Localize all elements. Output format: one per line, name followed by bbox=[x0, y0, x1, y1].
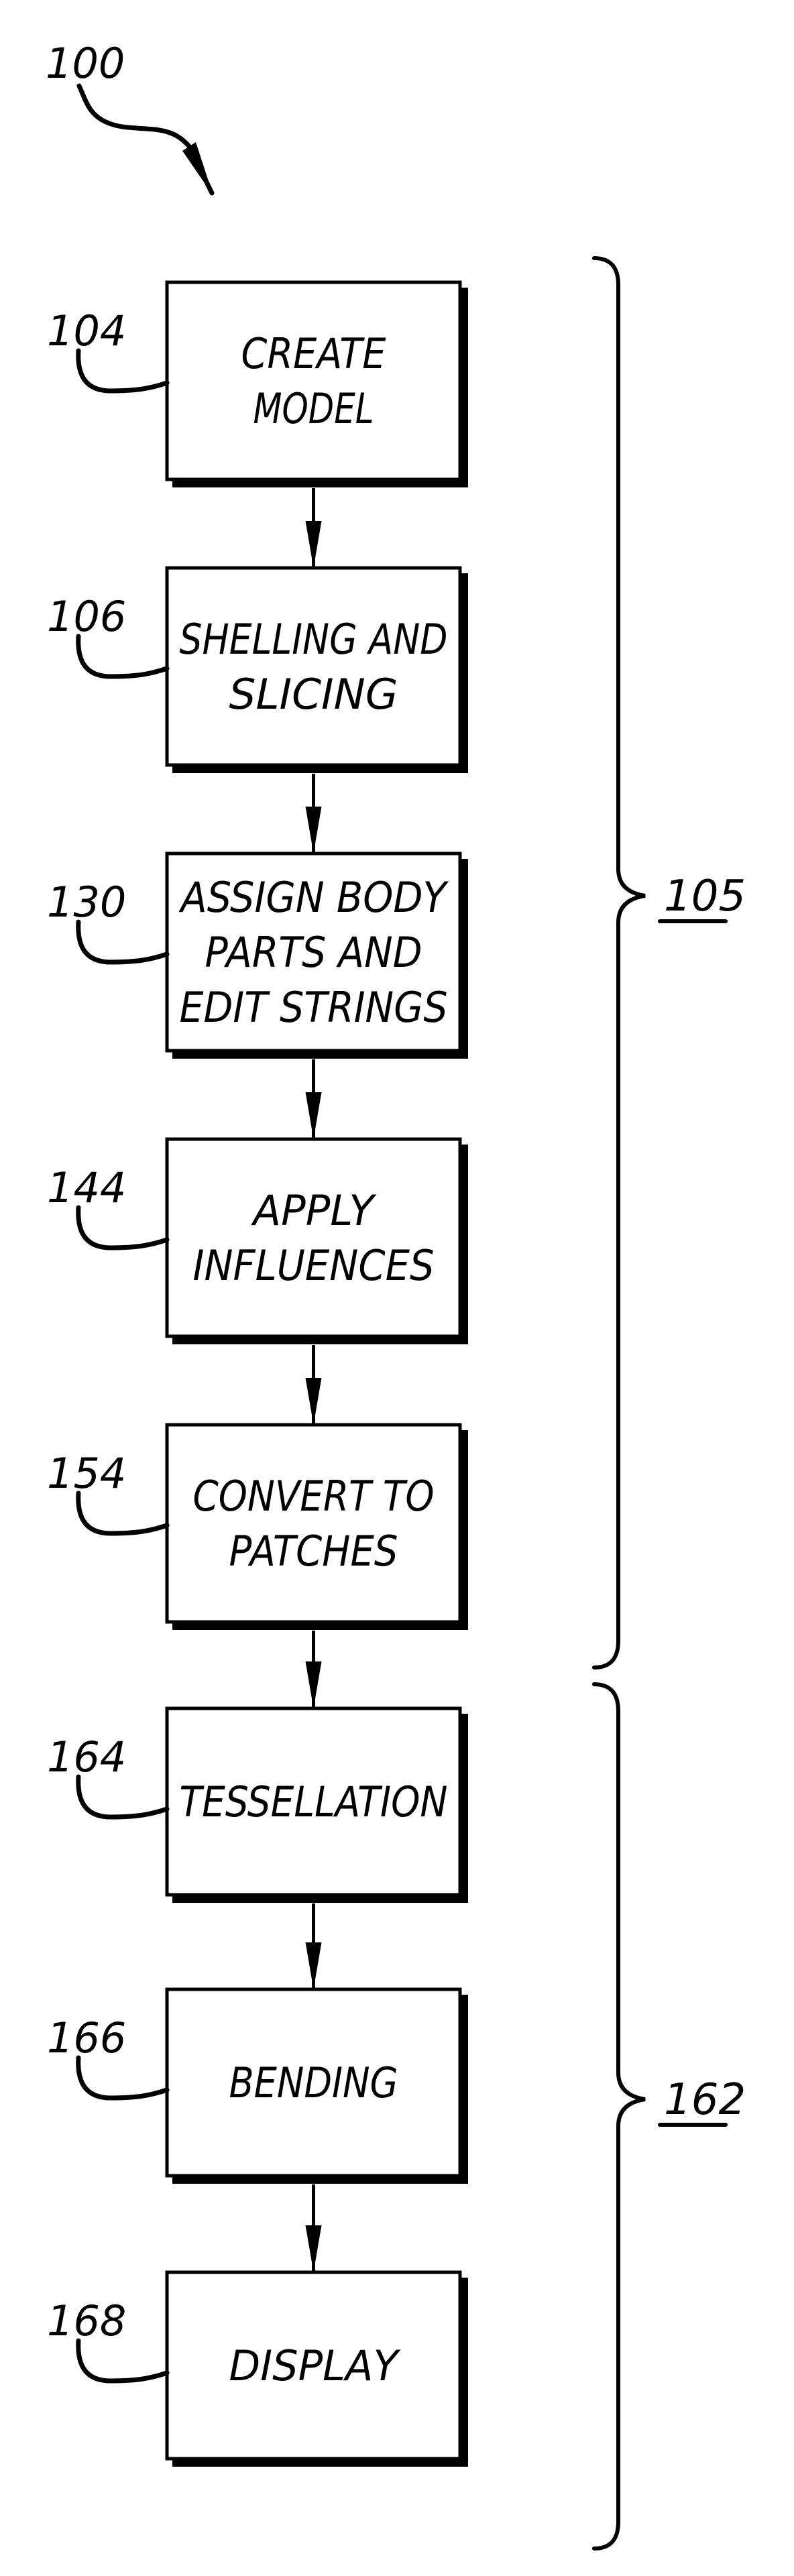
figure-number: 100 bbox=[46, 39, 125, 88]
step-box bbox=[165, 1423, 462, 1624]
step-reference-number: 166 bbox=[47, 2013, 126, 2062]
step-reference-number: 154 bbox=[47, 1449, 126, 1498]
brace-group-162: 162 bbox=[592, 1682, 746, 2551]
group-braces: 105 162 bbox=[592, 256, 746, 2551]
step-text-line: SLICING bbox=[229, 670, 398, 719]
flow-arrowhead bbox=[305, 521, 322, 568]
step-text-line: TESSELLATION bbox=[180, 1777, 448, 1826]
group-reference-number: 162 bbox=[664, 2075, 746, 2125]
flow-arrowhead bbox=[305, 1092, 322, 1139]
step-text-line: CONVERT TO bbox=[193, 1472, 435, 1521]
flow-arrowhead bbox=[305, 2225, 322, 2272]
step-104: CREATE MODEL 104 bbox=[47, 280, 468, 487]
step-reference-number: 104 bbox=[47, 306, 126, 355]
step-text-line: BENDING bbox=[229, 2058, 398, 2107]
figure-reference: 100 bbox=[46, 39, 215, 196]
step-text-line: PARTS AND bbox=[205, 928, 422, 977]
flow-arrowhead bbox=[305, 1378, 322, 1425]
step-text-line: EDIT STRINGS bbox=[180, 983, 448, 1032]
figure-pointer-arrowhead bbox=[182, 142, 213, 196]
step-box bbox=[165, 566, 462, 767]
step-box bbox=[165, 280, 462, 481]
flow-arrowhead bbox=[305, 1942, 322, 1989]
process-steps: CREATE MODEL 104 SHELLING AND SLICING 106 ASSI… bbox=[47, 280, 468, 2467]
step-166: BENDING 166 bbox=[47, 1987, 468, 2184]
step-text-line: MODEL bbox=[253, 384, 374, 433]
step-leader-line bbox=[76, 1774, 170, 1820]
step-reference-number: 144 bbox=[47, 1163, 126, 1212]
step-text-line: APPLY bbox=[251, 1186, 377, 1235]
step-text-line: ASSIGN BODY bbox=[178, 873, 449, 922]
figure-pointer-arrow bbox=[76, 83, 215, 196]
step-box bbox=[165, 1137, 462, 1338]
step-leader-line bbox=[76, 348, 170, 394]
step-text-line: PATCHES bbox=[229, 1527, 398, 1576]
flowchart-canvas: 100 CREATE MODEL 104 SHELLING AND SLICING 106… bbox=[46, 39, 746, 2551]
step-168: DISPLAY 168 bbox=[47, 2270, 468, 2467]
step-reference-number: 164 bbox=[47, 1733, 126, 1781]
step-text-line: INFLUENCES bbox=[193, 1241, 435, 1290]
step-leader-line bbox=[76, 1490, 170, 1536]
curly-brace bbox=[592, 1682, 646, 2551]
step-106: SHELLING AND SLICING 106 bbox=[47, 566, 468, 773]
step-leader-line bbox=[76, 2055, 170, 2101]
step-leader-line bbox=[76, 634, 170, 679]
brace-group-105: 105 bbox=[592, 256, 746, 1670]
curly-brace bbox=[592, 256, 646, 1670]
step-reference-number: 106 bbox=[47, 592, 126, 641]
flow-arrowhead bbox=[305, 807, 322, 854]
step-130: ASSIGN BODY PARTS AND EDIT STRINGS 130 bbox=[47, 852, 468, 1059]
step-154: CONVERT TO PATCHES 154 bbox=[47, 1423, 468, 1630]
step-leader-line bbox=[76, 2338, 170, 2384]
flow-arrowhead bbox=[305, 1661, 322, 1708]
step-reference-number: 130 bbox=[47, 878, 126, 927]
step-164: TESSELLATION 164 bbox=[47, 1706, 468, 1903]
step-144: APPLY INFLUENCES 144 bbox=[47, 1137, 468, 1344]
step-reference-number: 168 bbox=[47, 2296, 126, 2345]
step-leader-line bbox=[76, 919, 170, 965]
step-text-line: CREATE bbox=[241, 329, 387, 378]
step-leader-line bbox=[76, 1205, 170, 1250]
group-reference-number: 105 bbox=[664, 872, 746, 921]
step-text-line: DISPLAY bbox=[229, 2341, 401, 2390]
step-text-line: SHELLING AND bbox=[180, 615, 448, 664]
